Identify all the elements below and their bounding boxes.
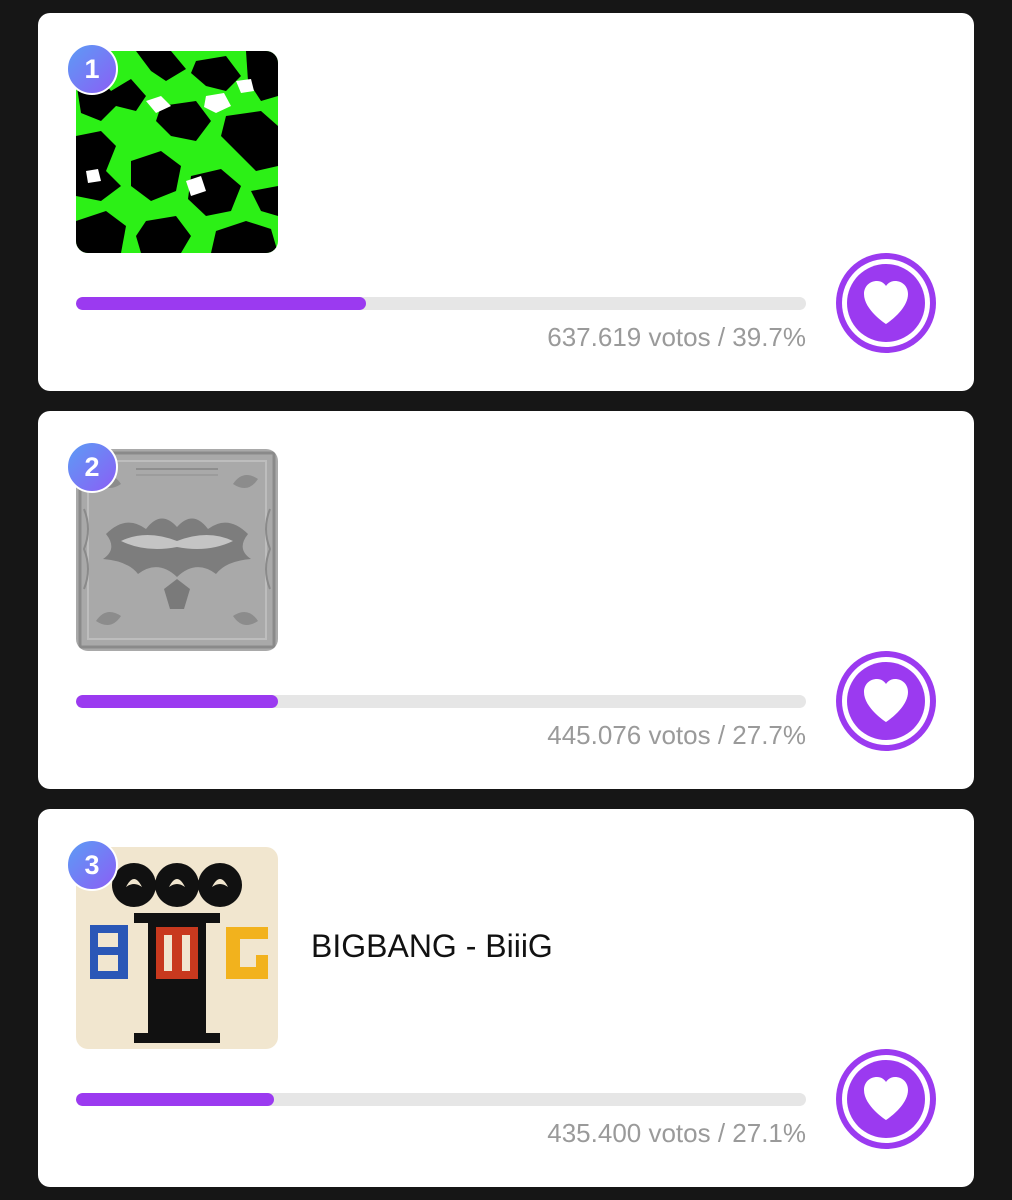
vote-progress-fill xyxy=(76,1093,274,1106)
poll-entry-3: 3 BIGBANG - BiiiG 435.400 votos / 27.1% xyxy=(38,809,974,1187)
poll-entry-2: 2 445.076 votos / 27.7% xyxy=(38,411,974,789)
rank-badge: 2 xyxy=(66,441,118,493)
vote-progress-fill xyxy=(76,297,366,310)
entry-title: BIGBANG - BiiiG xyxy=(311,928,553,964)
vote-progress-bar xyxy=(76,695,806,708)
vote-progress-fill xyxy=(76,695,279,708)
vote-button[interactable] xyxy=(836,253,936,353)
heart-icon xyxy=(864,1077,908,1120)
rank-badge: 1 xyxy=(66,43,118,95)
poll-entry-1: 1 637.619 votos / 39.7% xyxy=(38,13,974,391)
heart-icon xyxy=(864,679,908,722)
vote-progress-bar xyxy=(76,1093,806,1106)
vote-count-text: 637.619 votos / 39.7% xyxy=(547,322,806,352)
vote-count-text: 445.076 votos / 27.7% xyxy=(547,720,806,750)
vote-button[interactable] xyxy=(836,651,936,751)
vote-count-text: 435.400 votos / 27.1% xyxy=(547,1118,806,1148)
vote-button[interactable] xyxy=(836,1049,936,1149)
rank-badge: 3 xyxy=(66,839,118,891)
heart-icon xyxy=(864,281,908,324)
vote-progress-bar xyxy=(76,297,806,310)
